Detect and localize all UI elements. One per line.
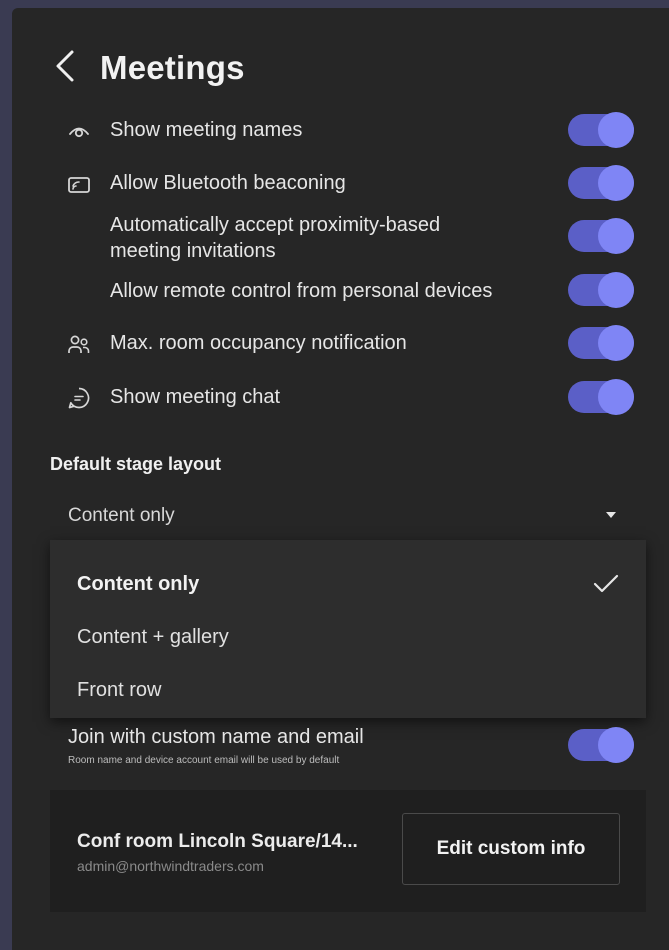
setting-label-remote-control: Allow remote control from personal devic… — [110, 280, 493, 302]
toggle-show-meeting-names[interactable] — [568, 112, 634, 148]
menu-item-content-gallery[interactable]: Content + gallery — [50, 611, 646, 663]
room-email: admin@northwindtraders.com — [77, 858, 264, 874]
menu-item-content-only[interactable]: Content only — [50, 558, 646, 610]
setting-label-show-meeting-chat: Show meeting chat — [110, 386, 281, 408]
people-icon — [68, 335, 90, 353]
toggle-knob — [598, 218, 634, 254]
caret-down-icon — [606, 512, 616, 518]
setting-label-max-occupancy: Max. room occupancy notification — [110, 332, 407, 354]
menu-item-label: Front row — [77, 679, 162, 701]
toggle-knob — [598, 727, 634, 763]
edit-custom-info-label: Edit custom info — [436, 838, 586, 859]
toggle-bluetooth-beaconing[interactable] — [568, 165, 634, 201]
stage-layout-dropdown[interactable]: Content only — [50, 494, 630, 538]
toggle-knob — [598, 272, 634, 308]
setting-label-auto-accept-line1: Automatically accept proximity-based — [110, 214, 441, 236]
room-info-card: Conf room Lincoln Square/14... admin@nor… — [50, 790, 646, 912]
eye-icon — [69, 127, 89, 138]
stage-layout-menu: Content only Content + gallery Front row — [50, 540, 646, 718]
chat-icon — [68, 387, 90, 409]
toggle-knob — [598, 112, 634, 148]
setting-label-show-meeting-names: Show meeting names — [110, 119, 303, 141]
setting-label-auto-accept-line2: meeting invitations — [110, 240, 276, 262]
toggle-remote-control[interactable] — [568, 272, 634, 308]
toggle-knob — [598, 325, 634, 361]
toggle-max-occupancy[interactable] — [568, 325, 634, 361]
page-title: Meetings — [100, 49, 245, 86]
setting-label-bluetooth-beaconing: Allow Bluetooth beaconing — [110, 172, 346, 194]
section-header-stage-layout: Default stage layout — [50, 454, 222, 474]
back-button[interactable] — [52, 46, 80, 86]
toggle-auto-accept-proximity[interactable] — [568, 218, 634, 254]
cast-icon — [68, 177, 90, 193]
toggle-show-meeting-chat[interactable] — [568, 379, 634, 415]
toggle-knob — [598, 165, 634, 201]
setting-label-custom-join: Join with custom name and email — [68, 726, 364, 748]
dropdown-selected-value: Content only — [68, 505, 175, 526]
room-name: Conf room Lincoln Square/14... — [77, 831, 358, 852]
setting-sublabel-custom-join: Room name and device account email will … — [68, 755, 340, 766]
menu-item-label: Content only — [77, 573, 200, 595]
toggle-knob — [598, 379, 634, 415]
edit-custom-info-button[interactable]: Edit custom info — [402, 813, 620, 885]
check-icon — [593, 574, 619, 593]
meetings-settings-panel: Meetings Show meeting names Allow Blueto… — [12, 8, 669, 950]
chevron-left-icon — [56, 50, 74, 82]
toggle-custom-join[interactable] — [568, 727, 634, 763]
menu-item-front-row[interactable]: Front row — [50, 664, 646, 716]
menu-item-label: Content + gallery — [77, 626, 229, 648]
